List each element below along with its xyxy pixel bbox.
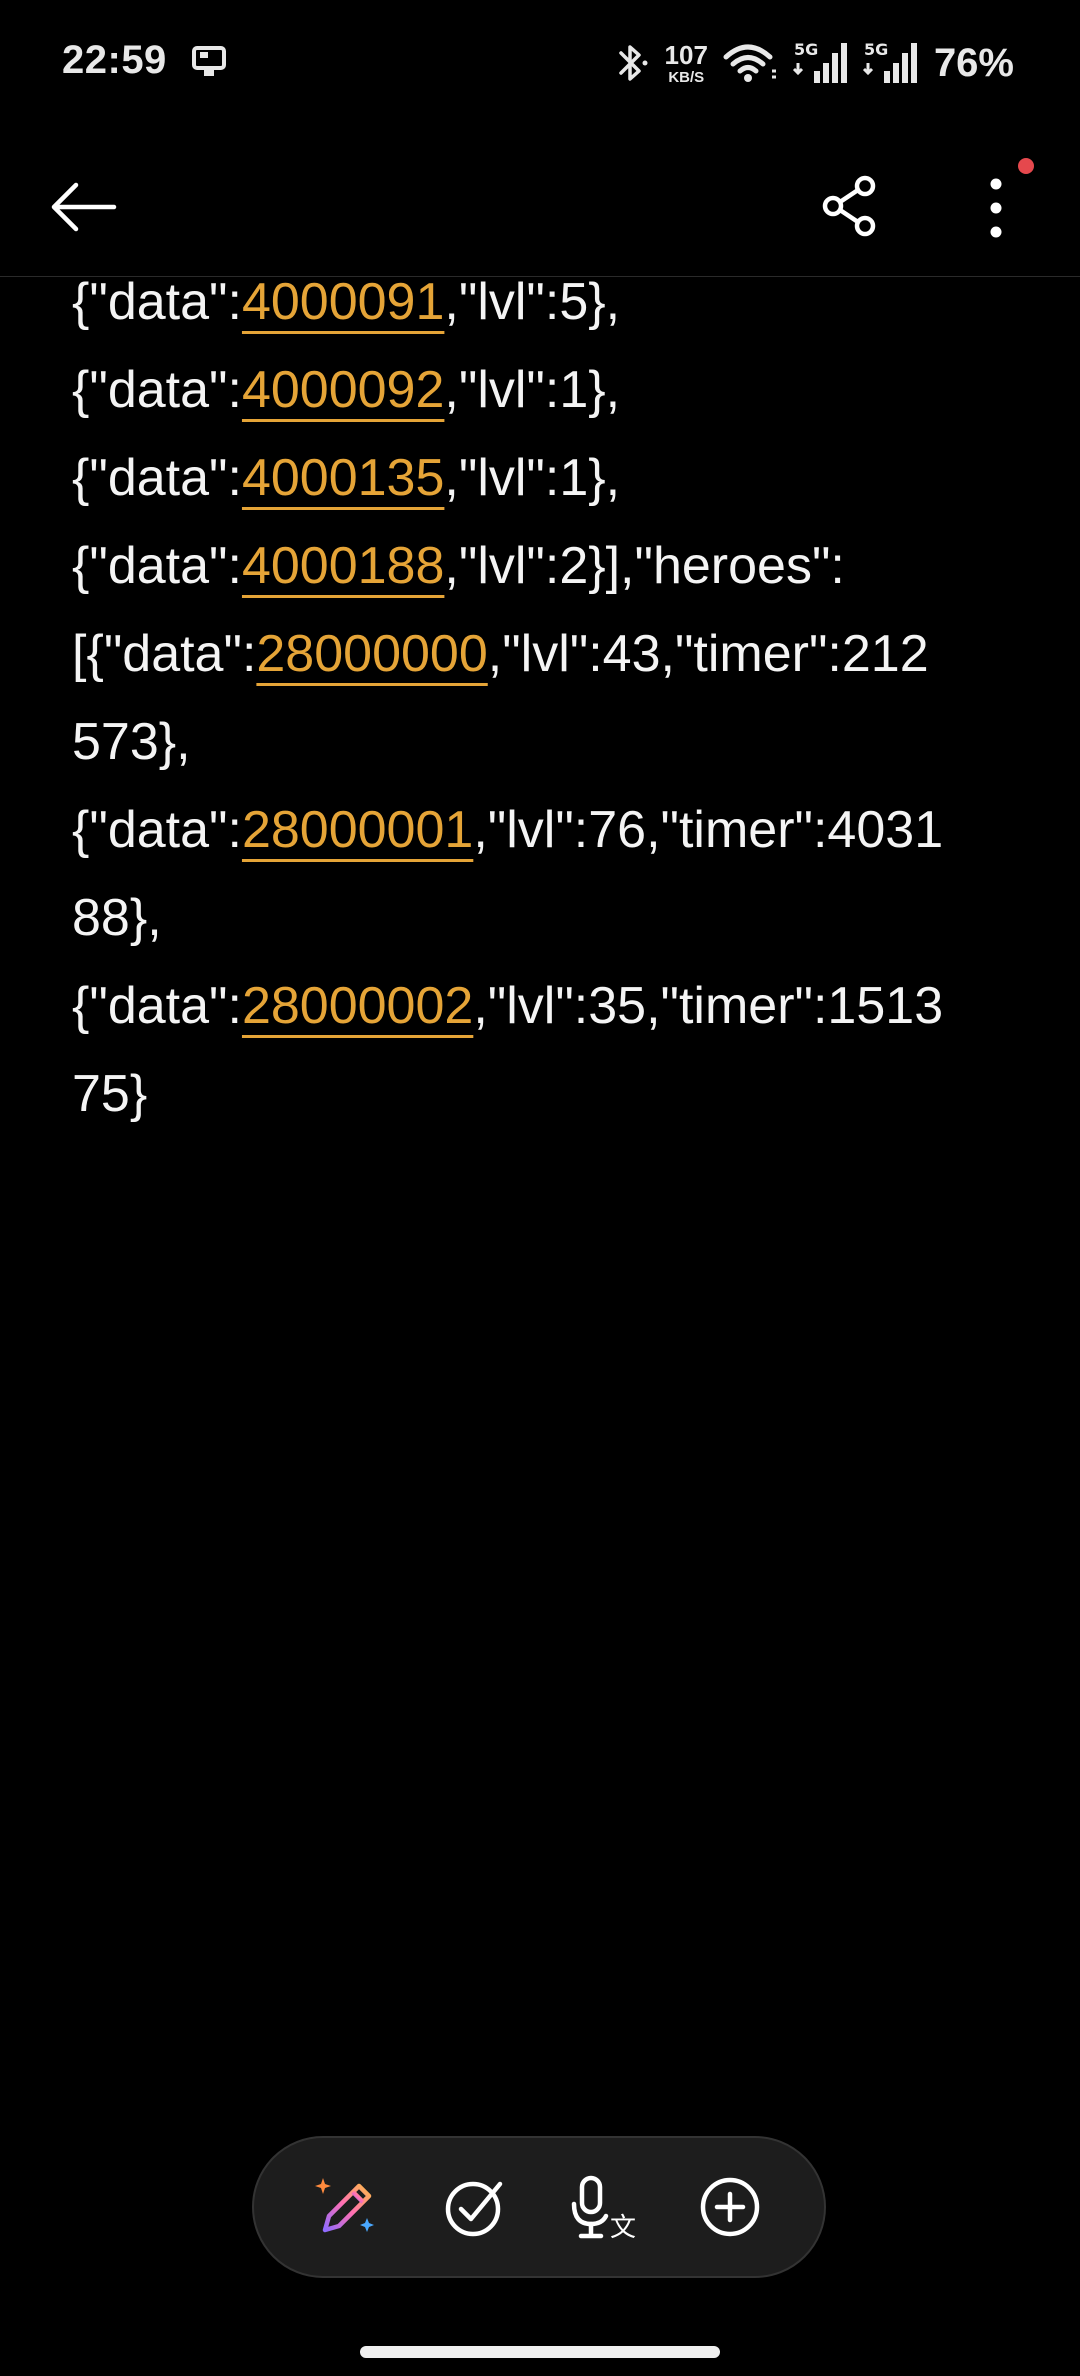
share-button[interactable]: [806, 162, 894, 250]
voice-translate-button[interactable]: 文: [559, 2163, 647, 2251]
status-bar: 22:59 107 KB/S 5G 5G 76%: [0, 0, 1080, 124]
detected-number-link[interactable]: 28000002: [242, 977, 473, 1035]
voice-translate-icon: 文: [571, 2175, 636, 2240]
svg-text:5G: 5G: [864, 40, 888, 59]
note-line: {"data":28000001,"lvl":76,"timer":4031: [72, 786, 1012, 874]
more-vertical-icon: [990, 178, 1002, 238]
add-button[interactable]: [686, 2163, 774, 2251]
detected-number-link[interactable]: 4000092: [242, 361, 444, 419]
detected-number-link[interactable]: 28000001: [242, 801, 473, 859]
note-text: 88},: [72, 889, 162, 947]
status-icons: 107 KB/S 5G 5G 76%: [611, 38, 1014, 88]
ai-assist-button[interactable]: [304, 2163, 392, 2251]
note-text: ,"lvl":76,"timer":4031: [473, 801, 944, 859]
add-circle-icon: [701, 2177, 760, 2237]
note-text: ,"lvl":1},: [444, 361, 621, 419]
more-options-button[interactable]: [950, 162, 1042, 254]
cast-icon: [192, 46, 226, 76]
wifi-icon: [723, 44, 776, 82]
note-content[interactable]: {"data":4000091,"lvl":5}, {"data":4000092…: [72, 258, 1012, 1138]
note-line: 573},: [72, 698, 1012, 786]
detected-number-link[interactable]: 28000000: [256, 625, 487, 683]
share-icon: [822, 175, 876, 237]
note-line: {"data":4000188,"lvl":2}],"heroes":: [72, 522, 1012, 610]
note-line: {"data":28000002,"lvl":35,"timer":1513: [72, 962, 1012, 1050]
bluetooth-icon: [618, 45, 648, 81]
back-button[interactable]: [40, 164, 126, 250]
battery-level: 76%: [933, 40, 1014, 85]
ai-pen-icon: [314, 2178, 374, 2233]
note-line: 75}: [72, 1050, 1012, 1138]
network-speed: 107 KB/S: [665, 42, 708, 85]
note-line: {"data":4000135,"lvl":1},: [72, 434, 1012, 522]
note-text: {"data":: [72, 537, 242, 595]
network-speed-unit: KB/S: [668, 68, 705, 86]
checklist-button[interactable]: [431, 2163, 519, 2251]
back-arrow-icon: [51, 182, 117, 232]
signal-5g-icon: 5G: [792, 40, 847, 83]
checkbox-icon: [446, 2181, 503, 2237]
note-text: ,"lvl":35,"timer":1513: [473, 977, 944, 1035]
bottom-toolbar: 文: [252, 2136, 826, 2278]
note-text: {"data":: [72, 977, 242, 1035]
note-text: {"data":: [72, 361, 242, 419]
detected-number-link[interactable]: 4000091: [242, 273, 444, 331]
svg-text:文: 文: [610, 2213, 636, 2240]
signal-5g-icon-2: 5G: [862, 40, 917, 83]
note-text: ,"lvl":43,"timer":212: [487, 625, 929, 683]
note-text: ,"lvl":2}],"heroes":: [444, 537, 845, 595]
note-text: {"data":: [72, 449, 242, 507]
network-speed-value: 107: [664, 39, 708, 70]
note-text: 75}: [72, 1065, 148, 1123]
detected-number-link[interactable]: 4000135: [242, 449, 444, 507]
note-line: {"data":4000092,"lvl":1},: [72, 346, 1012, 434]
note-text: ,"lvl":1},: [444, 449, 621, 507]
notification-dot: [1018, 158, 1034, 174]
status-time: 22:59: [62, 38, 167, 82]
detected-number-link[interactable]: 4000188: [242, 537, 444, 595]
home-indicator[interactable]: [360, 2346, 720, 2358]
app-bar: [0, 124, 1080, 277]
svg-text:5G: 5G: [794, 40, 818, 59]
note-line: 88},: [72, 874, 1012, 962]
note-text: {"data":: [72, 801, 242, 859]
note-text: {"data":: [72, 273, 242, 331]
note-text: ,"lvl":5},: [444, 273, 621, 331]
note-text: [{"data":: [72, 625, 257, 683]
note-text: 573},: [72, 713, 191, 771]
note-line: [{"data":28000000,"lvl":43,"timer":212: [72, 610, 1012, 698]
